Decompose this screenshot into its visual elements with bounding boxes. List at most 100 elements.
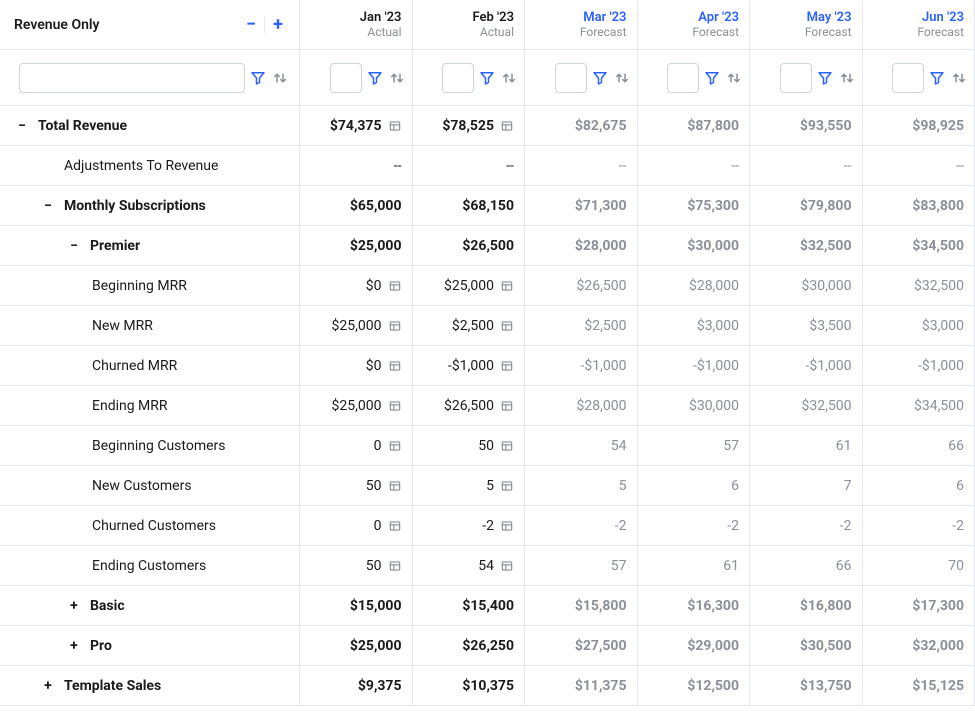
value-cell[interactable]: $28,000 — [525, 386, 638, 426]
expand-all-button[interactable]: + — [267, 14, 289, 36]
collapse-button[interactable]: − — [66, 238, 82, 254]
value-cell[interactable]: $26,500 — [413, 226, 526, 266]
value-cell[interactable]: $13,750 — [750, 666, 863, 706]
value-cell[interactable]: $68,150 — [413, 186, 526, 226]
value-cell[interactable]: 54 — [413, 546, 526, 586]
value-cell[interactable]: -$1,000 — [413, 346, 526, 386]
value-cell[interactable]: $28,000 — [638, 266, 751, 306]
value-cell[interactable]: 6 — [863, 466, 975, 506]
value-cell[interactable]: $32,500 — [750, 386, 863, 426]
value-cell[interactable]: -2 — [638, 506, 751, 546]
value-cell[interactable]: $34,500 — [863, 226, 975, 266]
value-cell[interactable]: $26,500 — [525, 266, 638, 306]
value-cell[interactable]: $3,000 — [638, 306, 751, 346]
value-cell[interactable]: $15,125 — [863, 666, 975, 706]
value-cell[interactable]: 50 — [300, 466, 413, 506]
value-cell[interactable]: $25,000 — [300, 306, 413, 346]
value-cell[interactable]: 5 — [413, 466, 526, 506]
value-cell[interactable]: $16,800 — [750, 586, 863, 626]
value-cell[interactable]: -$1,000 — [863, 346, 975, 386]
value-cell[interactable]: -- — [413, 146, 526, 186]
value-cell[interactable]: -- — [863, 146, 975, 186]
value-cell[interactable]: $71,300 — [525, 186, 638, 226]
value-cell[interactable]: $11,375 — [525, 666, 638, 706]
value-cell[interactable]: $32,000 — [863, 626, 975, 666]
column-header[interactable]: Feb '23Actual — [413, 0, 526, 50]
expand-button[interactable]: + — [66, 598, 82, 614]
value-cell[interactable]: $3,500 — [750, 306, 863, 346]
value-cell[interactable]: -2 — [750, 506, 863, 546]
column-header[interactable]: Jun '23Forecast — [863, 0, 975, 50]
value-cell[interactable]: $25,000 — [300, 386, 413, 426]
value-cell[interactable]: $98,925 — [863, 106, 975, 146]
value-cell[interactable]: $30,500 — [750, 626, 863, 666]
filter-icon[interactable] — [249, 69, 267, 87]
value-cell[interactable]: -2 — [525, 506, 638, 546]
value-cell[interactable]: $32,500 — [750, 226, 863, 266]
value-cell[interactable]: -- — [300, 146, 413, 186]
value-cell[interactable]: 61 — [638, 546, 751, 586]
expand-button[interactable]: + — [40, 678, 56, 694]
value-cell[interactable]: $30,000 — [638, 386, 751, 426]
value-cell[interactable]: $12,500 — [638, 666, 751, 706]
value-cell[interactable]: $74,375 — [300, 106, 413, 146]
collapse-all-button[interactable]: − — [240, 14, 262, 36]
sort-icon[interactable] — [613, 69, 631, 87]
filter-icon[interactable] — [703, 69, 721, 87]
value-cell[interactable]: $15,000 — [300, 586, 413, 626]
value-cell[interactable]: -2 — [413, 506, 526, 546]
value-cell[interactable]: $0 — [300, 346, 413, 386]
filter-icon[interactable] — [478, 69, 496, 87]
value-cell[interactable]: $3,000 — [863, 306, 975, 346]
value-cell[interactable]: $28,000 — [525, 226, 638, 266]
filter-input[interactable] — [442, 63, 474, 93]
value-cell[interactable]: $17,300 — [863, 586, 975, 626]
collapse-button[interactable]: − — [40, 198, 56, 214]
value-cell[interactable]: $25,000 — [300, 626, 413, 666]
column-header[interactable]: Mar '23Forecast — [525, 0, 638, 50]
sort-icon[interactable] — [950, 69, 968, 87]
value-cell[interactable]: $32,500 — [863, 266, 975, 306]
value-cell[interactable]: $93,550 — [750, 106, 863, 146]
value-cell[interactable]: -- — [638, 146, 751, 186]
value-cell[interactable]: 66 — [750, 546, 863, 586]
filter-input[interactable] — [555, 63, 587, 93]
value-cell[interactable]: -$1,000 — [638, 346, 751, 386]
value-cell[interactable]: -2 — [863, 506, 975, 546]
value-cell[interactable]: 54 — [525, 426, 638, 466]
sort-icon[interactable] — [388, 69, 406, 87]
filter-icon[interactable] — [591, 69, 609, 87]
expand-button[interactable]: + — [66, 638, 82, 654]
value-cell[interactable]: $25,000 — [413, 266, 526, 306]
value-cell[interactable]: -$1,000 — [525, 346, 638, 386]
filter-input[interactable] — [892, 63, 924, 93]
sort-icon[interactable] — [725, 69, 743, 87]
sort-icon[interactable] — [500, 69, 518, 87]
value-cell[interactable]: -- — [750, 146, 863, 186]
value-cell[interactable]: $29,000 — [638, 626, 751, 666]
filter-input[interactable] — [667, 63, 699, 93]
value-cell[interactable]: $9,375 — [300, 666, 413, 706]
filter-input[interactable] — [19, 63, 245, 93]
value-cell[interactable]: $83,800 — [863, 186, 975, 226]
column-header[interactable]: May '23Forecast — [750, 0, 863, 50]
value-cell[interactable]: $79,800 — [750, 186, 863, 226]
column-header[interactable]: Apr '23Forecast — [638, 0, 751, 50]
filter-icon[interactable] — [366, 69, 384, 87]
filter-icon[interactable] — [928, 69, 946, 87]
value-cell[interactable]: 57 — [525, 546, 638, 586]
collapse-button[interactable]: − — [14, 118, 30, 134]
value-cell[interactable]: 61 — [750, 426, 863, 466]
filter-input[interactable] — [330, 63, 362, 93]
value-cell[interactable]: $15,400 — [413, 586, 526, 626]
value-cell[interactable]: -$1,000 — [750, 346, 863, 386]
value-cell[interactable]: $30,000 — [638, 226, 751, 266]
value-cell[interactable]: 0 — [300, 506, 413, 546]
value-cell[interactable]: $25,000 — [300, 226, 413, 266]
value-cell[interactable]: 50 — [413, 426, 526, 466]
value-cell[interactable]: $2,500 — [413, 306, 526, 346]
value-cell[interactable]: $30,000 — [750, 266, 863, 306]
value-cell[interactable]: $2,500 — [525, 306, 638, 346]
filter-input[interactable] — [780, 63, 812, 93]
value-cell[interactable]: $27,500 — [525, 626, 638, 666]
